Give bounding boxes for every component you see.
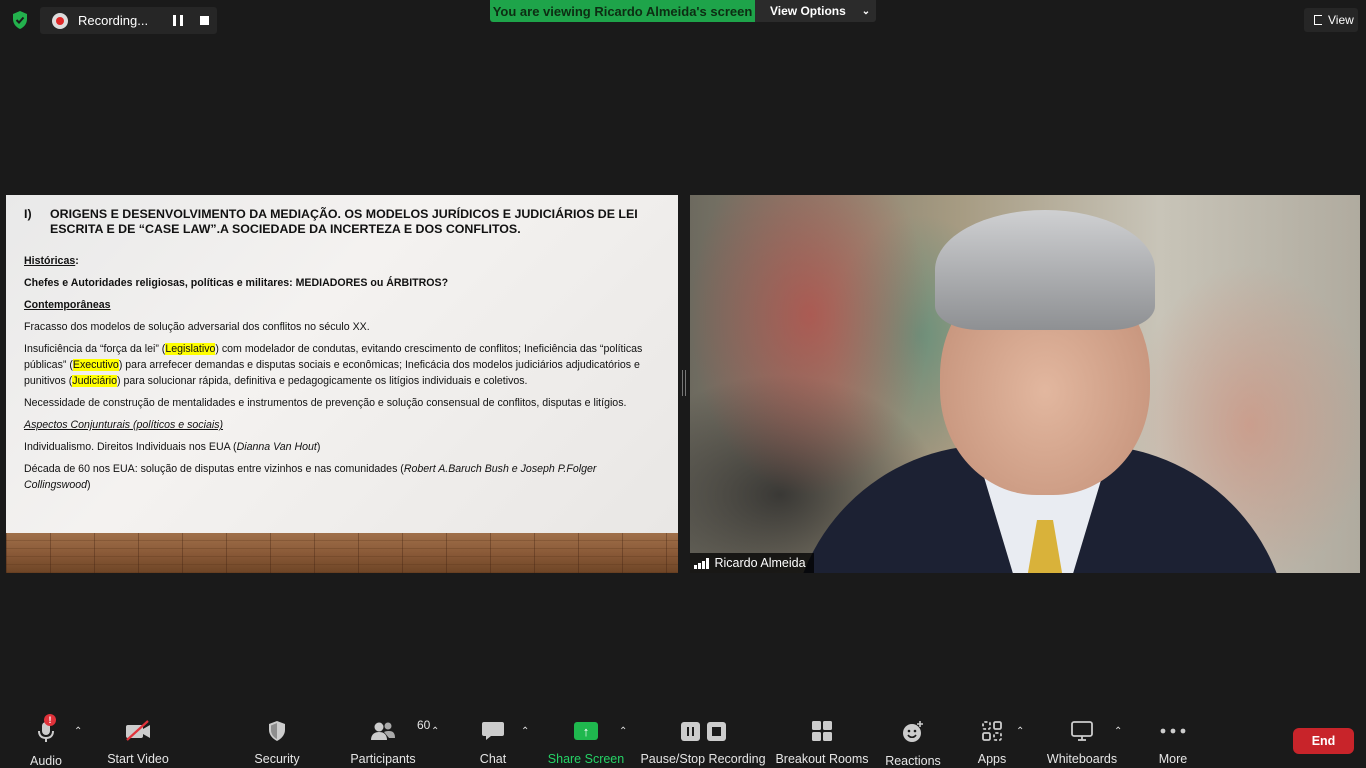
chat-bubble-icon (481, 720, 505, 742)
pause-stop-icons (680, 720, 726, 742)
end-label: End (1311, 734, 1336, 748)
meeting-toolbar: ! Audio ⌃ Start Video Security 60 Partic… (0, 712, 1366, 768)
stop-recording-icon[interactable] (200, 16, 209, 25)
share-screen-button[interactable]: ↑ Share Screen (547, 720, 625, 766)
recording-dot-icon (52, 12, 68, 29)
view-label: View (1328, 13, 1354, 27)
share-screen-icon: ↑ (574, 720, 598, 742)
participants-options-caret-icon[interactable]: ⌃ (431, 726, 439, 737)
chevron-down-icon: ⌄ (861, 5, 871, 17)
slide-title-number: I) (24, 207, 32, 221)
start-video-button[interactable]: Start Video (106, 720, 170, 766)
breakout-rooms-icon (811, 720, 833, 742)
whiteboards-options-caret-icon[interactable]: ⌃ (1114, 726, 1122, 737)
audio-button[interactable]: ! Audio (28, 714, 64, 768)
more-button[interactable]: More (1156, 720, 1190, 766)
participants-label: Participants (350, 752, 416, 766)
reactions-smiley-icon (901, 720, 925, 744)
slide-title: I) ORIGENS E DESENVOLVIMENTO DA MEDIAÇÃO… (24, 207, 664, 237)
line-chefes: Chefes e Autoridades religiosas, polític… (24, 277, 449, 289)
slide-title-text: ORIGENS E DESENVOLVIMENTO DA MEDIAÇÃO. O… (50, 207, 638, 236)
line-necessidade: Necessidade de construção de mentalidade… (24, 397, 627, 409)
paragraph-insuficiencia: Insuficiência da “força da lei” (Legisla… (24, 343, 643, 387)
reactions-button[interactable]: Reactions (885, 720, 941, 768)
heading-contemporaneas: Contemporâneas (24, 299, 111, 311)
view-options-button[interactable]: View Options ⌄ (755, 0, 876, 22)
highlight-legislativo: Legislativo (165, 343, 216, 355)
pause-stop-recording-label: Pause/Stop Recording (640, 752, 766, 766)
whiteboard-icon (1070, 720, 1094, 742)
participants-button[interactable]: 60 Participants (350, 718, 430, 766)
line-decada: Década de 60 nos EUA: solução de disputa… (24, 463, 597, 491)
chat-label: Chat (479, 752, 507, 766)
breakout-rooms-label: Breakout Rooms (775, 752, 869, 766)
chat-button[interactable]: Chat (478, 720, 508, 766)
security-label: Security (254, 752, 300, 766)
share-options-caret-icon[interactable]: ⌃ (619, 726, 627, 737)
more-label: More (1158, 752, 1188, 766)
stop-icon (706, 721, 726, 741)
pause-icon (680, 721, 700, 741)
participants-count: 60 (417, 718, 431, 732)
viewing-screen-banner: You are viewing Ricardo Almeida's screen (490, 0, 755, 22)
share-screen-label: Share Screen (547, 752, 625, 766)
shared-screen-slide: I) ORIGENS E DESENVOLVIMENTO DA MEDIAÇÃO… (6, 195, 678, 573)
apps-label: Apps (977, 752, 1007, 766)
highlight-judiciario: Judiciário (72, 375, 118, 387)
view-button[interactable]: View (1304, 8, 1358, 32)
whiteboards-label: Whiteboards (1046, 752, 1118, 766)
participant-video-tile[interactable]: Ricardo Almeida (690, 195, 1360, 573)
microphone-icon: ! (35, 714, 57, 744)
more-dots-icon (1160, 720, 1186, 742)
line-fracasso: Fracasso dos modelos de solução adversar… (24, 321, 370, 333)
participant-name: Ricardo Almeida (714, 556, 806, 570)
start-video-label: Start Video (107, 752, 169, 766)
signal-strength-icon (694, 557, 709, 569)
chat-options-caret-icon[interactable]: ⌃ (521, 726, 529, 737)
apps-button[interactable]: Apps (977, 720, 1007, 766)
resize-splitter-handle[interactable] (682, 370, 686, 396)
participants-icon: 60 (369, 718, 430, 742)
recording-indicator: Recording... (40, 7, 217, 34)
pause-stop-recording-button[interactable]: Pause/Stop Recording (640, 720, 766, 766)
apps-icon (981, 720, 1003, 742)
whiteboards-button[interactable]: Whiteboards (1046, 720, 1118, 766)
slide-content: I) ORIGENS E DESENVOLVIMENTO DA MEDIAÇÃO… (24, 207, 664, 499)
security-button[interactable]: Security (254, 720, 300, 766)
security-shield-icon (267, 720, 287, 742)
participant-name-tag: Ricardo Almeida (690, 553, 814, 573)
audio-label: Audio (30, 754, 62, 768)
audio-options-caret-icon[interactable]: ⌃ (74, 726, 82, 737)
view-options-label: View Options (770, 4, 846, 18)
breakout-rooms-button[interactable]: Breakout Rooms (775, 720, 869, 766)
view-layout-icon (1314, 15, 1322, 25)
recording-label: Recording... (78, 13, 149, 28)
highlight-executivo: Executivo (72, 359, 119, 371)
line-individualismo: Individualismo. Direitos Individuais nos… (24, 441, 321, 453)
reactions-label: Reactions (885, 754, 941, 768)
apps-options-caret-icon[interactable]: ⌃ (1016, 726, 1024, 737)
slide-wood-floor (6, 533, 678, 573)
heading-historicas: Históricas (24, 255, 76, 267)
heading-aspectos: Aspectos Conjunturais (políticos e socia… (24, 419, 224, 431)
participant-hair (935, 210, 1155, 330)
encryption-shield-icon[interactable] (10, 10, 30, 30)
pause-recording-icon[interactable] (173, 15, 183, 26)
viewing-banner-text: You are viewing Ricardo Almeida's screen (492, 3, 753, 19)
audio-warning-badge: ! (44, 714, 56, 726)
video-off-icon (124, 720, 152, 742)
end-meeting-button[interactable]: End (1293, 728, 1354, 754)
